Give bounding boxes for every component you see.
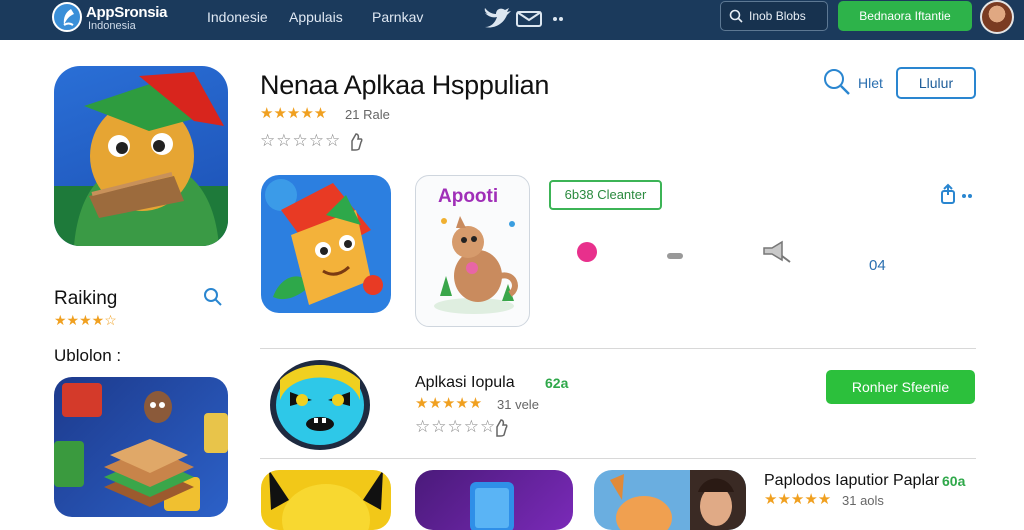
header-cta-button[interactable]: Bednaora Iftantie <box>838 1 972 31</box>
list-item-rating-1: 31 vele <box>497 397 539 412</box>
brand-name[interactable]: AppSronsia <box>86 4 167 21</box>
sidebar-stars: ★★★★☆ <box>54 312 117 328</box>
list-item-user-rating-1[interactable]: ☆☆☆☆☆ <box>415 417 496 437</box>
list-item-stars-2: ★★★★★ <box>764 491 832 508</box>
more-icon[interactable] <box>553 17 563 21</box>
filter-label[interactable]: Hlet <box>858 75 883 91</box>
top-navigation-bar: AppSronsia Indonesia Indonesie Appulais … <box>0 0 1024 40</box>
category-button[interactable]: 6b38 Cleanter <box>549 180 662 210</box>
count-label: 04 <box>869 257 886 274</box>
share-icon[interactable] <box>940 183 976 210</box>
sidebar-title: Raiking <box>54 288 118 309</box>
section-divider <box>260 348 976 349</box>
list-item-title-1[interactable]: Aplkasi Iopula <box>415 374 515 392</box>
toolbar-button[interactable]: Llulur <box>896 67 976 99</box>
search-icon <box>729 9 743 23</box>
thumb-icon[interactable] <box>349 133 363 156</box>
status-dot <box>577 242 597 262</box>
list-app-icon-4[interactable] <box>594 470 746 530</box>
list-app-icon-3[interactable] <box>415 470 573 530</box>
app-logo-icon[interactable] <box>52 2 82 32</box>
install-button[interactable]: Ronher Sfeenie <box>826 370 975 404</box>
nav-link-3[interactable]: Parnkav <box>372 9 423 25</box>
user-rating-stars[interactable]: ☆☆☆☆☆ <box>260 131 341 151</box>
message-icon[interactable] <box>516 11 542 27</box>
nav-link-1[interactable]: Indonesie <box>207 9 268 25</box>
user-avatar[interactable] <box>980 0 1014 34</box>
list-item-title-2[interactable]: Paplodos Iaputior Paplar <box>764 472 939 490</box>
rating-stars: ★★★★★ <box>260 105 328 122</box>
featured-app-icon[interactable] <box>54 66 228 246</box>
search-box[interactable]: Inob Blobs <box>720 1 828 31</box>
list-item-stars-1: ★★★★★ <box>415 395 483 412</box>
nav-link-2[interactable]: Appulais <box>289 9 343 25</box>
sidebar-search-icon[interactable] <box>203 287 223 312</box>
brand-subtitle: Indonesia <box>88 20 136 32</box>
app-tile-2[interactable]: Apooti <box>415 175 530 327</box>
search-label: Inob Blobs <box>749 9 806 23</box>
rating-count: 21 Rale <box>345 107 390 122</box>
social-icons <box>483 5 573 38</box>
list-item-price-2: 60a <box>942 473 966 489</box>
page-title: Nenaa Aplkaa Hsppulian <box>260 70 550 100</box>
bird-icon[interactable] <box>484 8 511 28</box>
list-item-rating-2: 31 aols <box>842 493 884 508</box>
app-tile-1[interactable] <box>261 175 391 313</box>
list-item-price-1: 62a <box>545 375 569 391</box>
list-app-icon-2[interactable] <box>261 470 391 530</box>
thumb-icon[interactable] <box>494 419 508 442</box>
sidebar-subtitle: Ublolon : <box>54 346 122 365</box>
divider-dash <box>667 253 683 259</box>
sidebar-app-image[interactable] <box>54 377 228 517</box>
list-app-icon-1[interactable] <box>270 360 370 450</box>
speaker-icon[interactable] <box>762 238 792 269</box>
section-divider <box>260 458 976 459</box>
filter-search-icon[interactable] <box>822 67 852 102</box>
